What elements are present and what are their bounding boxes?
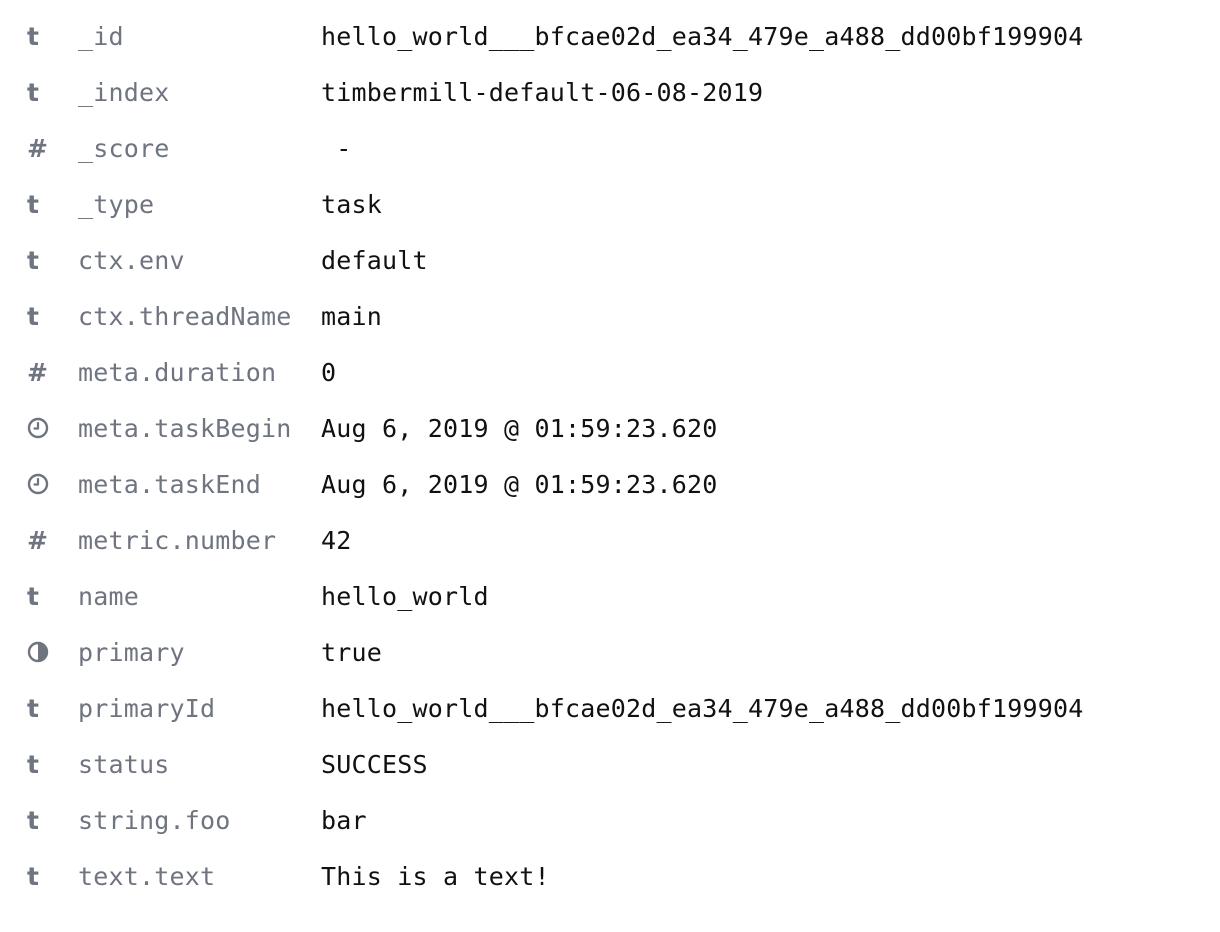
field-row-string-foo: t string.foo bar — [24, 792, 1204, 848]
field-value: 42 — [321, 525, 352, 555]
field-row-primaryid: t primaryId hello_world___bfcae02d_ea34_… — [24, 680, 1204, 736]
clock-icon — [24, 417, 78, 439]
document-fields-table: t _id hello_world___bfcae02d_ea34_479e_a… — [24, 8, 1204, 904]
string-type-icon: t — [27, 245, 39, 275]
field-value: timbermill-default-06-08-2019 — [321, 77, 764, 107]
field-name: status — [78, 749, 170, 779]
field-row-ctx-env: t ctx.env default — [24, 232, 1204, 288]
field-row-meta-taskbegin: meta.taskBegin Aug 6, 2019 @ 01:59:23.62… — [24, 400, 1204, 456]
field-name: text.text — [78, 861, 216, 891]
field-name: _type — [78, 189, 155, 219]
half-circle-icon — [24, 641, 78, 663]
field-row-status: t status SUCCESS — [24, 736, 1204, 792]
field-value: SUCCESS — [321, 749, 428, 779]
string-type-icon: t — [27, 749, 39, 779]
field-row-type: t _type task — [24, 176, 1204, 232]
field-name: ctx.threadName — [78, 301, 292, 331]
field-value: main — [321, 301, 383, 331]
field-row-id: t _id hello_world___bfcae02d_ea34_479e_a… — [24, 8, 1204, 64]
field-value: hello_world — [321, 581, 489, 611]
field-row-text-text: t text.text This is a text! — [24, 848, 1204, 904]
string-type-icon: t — [27, 805, 39, 835]
field-name: _index — [78, 77, 170, 107]
field-row-name: t name hello_world — [24, 568, 1204, 624]
string-type-icon: t — [27, 21, 39, 51]
field-row-meta-duration: # meta.duration 0 — [24, 344, 1204, 400]
field-value: 0 — [321, 357, 337, 387]
number-type-icon: # — [27, 133, 48, 163]
field-name: primary — [78, 637, 185, 667]
number-type-icon: # — [27, 525, 48, 555]
field-value: bar — [321, 805, 367, 835]
number-type-icon: # — [27, 357, 48, 387]
field-value: hello_world___bfcae02d_ea34_479e_a488_dd… — [321, 21, 1084, 51]
field-name: primaryId — [78, 693, 216, 723]
field-value: task — [321, 189, 383, 219]
string-type-icon: t — [27, 189, 39, 219]
field-value: This is a text! — [321, 861, 550, 891]
field-value: true — [321, 637, 383, 667]
string-type-icon: t — [27, 581, 39, 611]
field-value: - — [321, 133, 352, 163]
field-name: meta.duration — [78, 357, 277, 387]
field-name: meta.taskBegin — [78, 413, 292, 443]
string-type-icon: t — [27, 77, 39, 107]
field-row-primary: primary true — [24, 624, 1204, 680]
string-type-icon: t — [27, 693, 39, 723]
string-type-icon: t — [27, 861, 39, 891]
field-value: hello_world___bfcae02d_ea34_479e_a488_dd… — [321, 693, 1084, 723]
field-name: ctx.env — [78, 245, 185, 275]
field-row-index: t _index timbermill-default-06-08-2019 — [24, 64, 1204, 120]
string-type-icon: t — [27, 301, 39, 331]
field-name: _score — [78, 133, 170, 163]
field-name: metric.number — [78, 525, 277, 555]
clock-icon — [24, 473, 78, 495]
field-row-score: # _score - — [24, 120, 1204, 176]
field-row-ctx-threadname: t ctx.threadName main — [24, 288, 1204, 344]
field-name: _id — [78, 21, 124, 51]
field-value: Aug 6, 2019 @ 01:59:23.620 — [321, 469, 718, 499]
field-row-metric-number: # metric.number 42 — [24, 512, 1204, 568]
field-name: name — [78, 581, 140, 611]
field-value: default — [321, 245, 428, 275]
field-value: Aug 6, 2019 @ 01:59:23.620 — [321, 413, 718, 443]
field-row-meta-taskend: meta.taskEnd Aug 6, 2019 @ 01:59:23.620 — [24, 456, 1204, 512]
field-name: string.foo — [78, 805, 231, 835]
field-name: meta.taskEnd — [78, 469, 262, 499]
